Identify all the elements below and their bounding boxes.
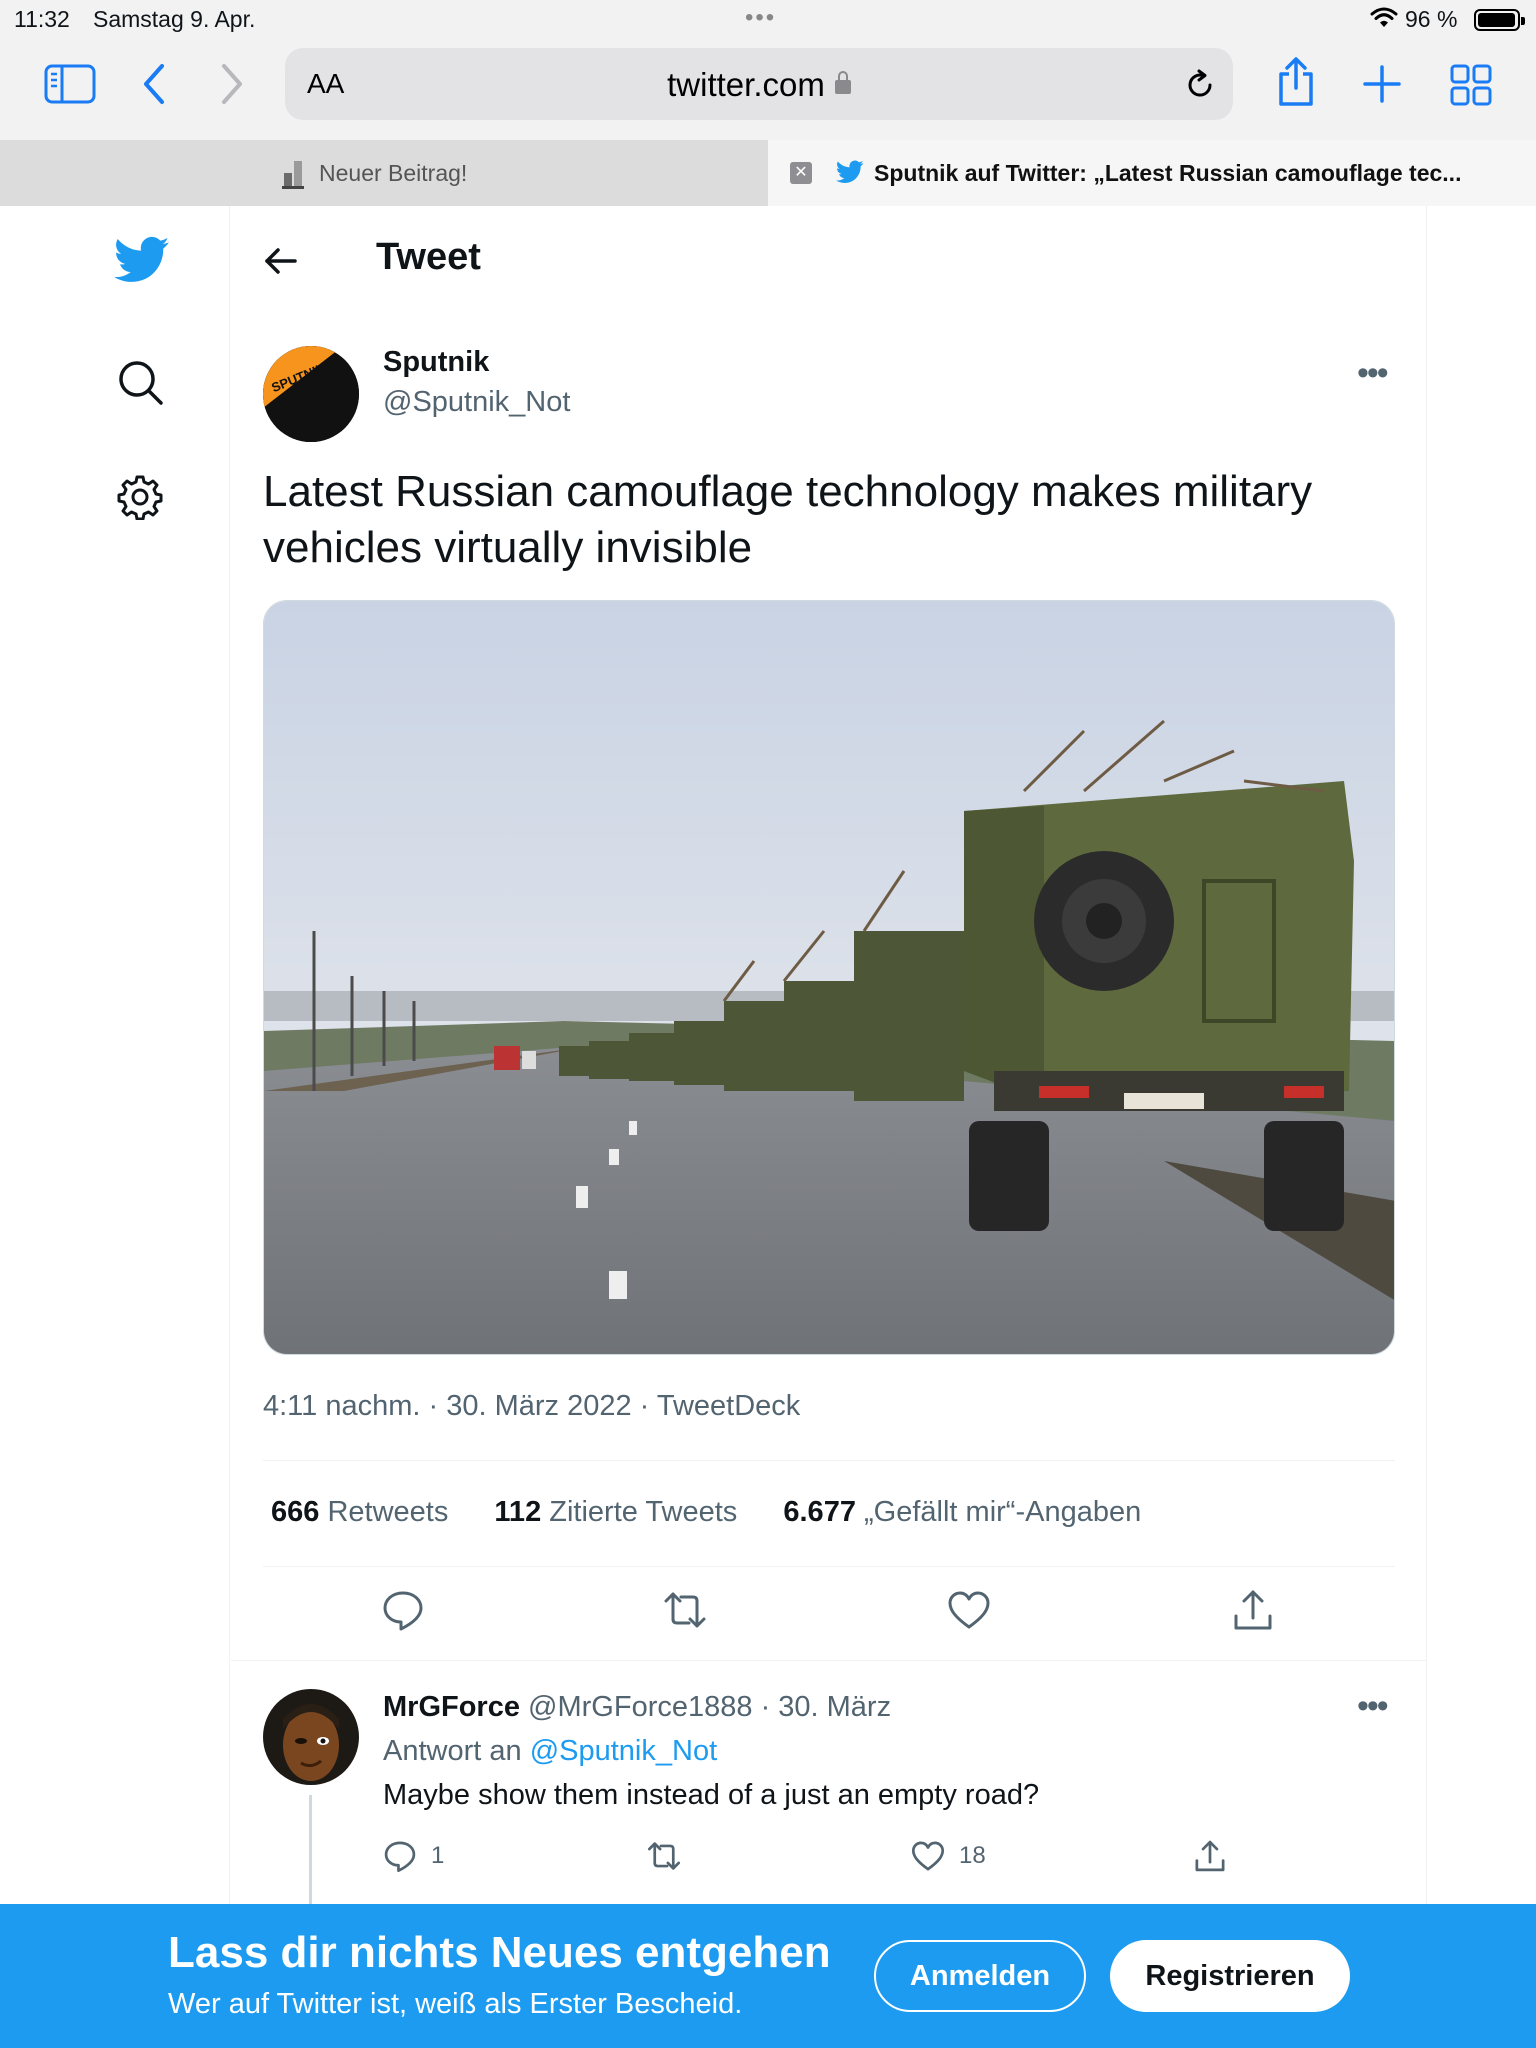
back-arrow-icon[interactable] — [263, 246, 297, 276]
divider — [263, 1566, 1395, 1567]
author-name[interactable]: Sputnik — [383, 346, 489, 379]
reply-author-name[interactable]: MrGForce — [383, 1691, 520, 1723]
status-date: Samstag 9. Apr. — [93, 6, 256, 32]
back-chevron-icon[interactable] — [140, 62, 168, 106]
reply-author-handle[interactable]: @MrGForce1888 — [528, 1691, 752, 1723]
sputnik-avatar[interactable]: SPUTNIK NOT — [263, 346, 359, 442]
retweet-icon — [647, 1842, 681, 1870]
convoy-photo-illustration — [264, 601, 1394, 1354]
reload-icon[interactable] — [1183, 68, 1217, 102]
reply-icon — [384, 1841, 416, 1873]
retweet-icon[interactable] — [663, 1588, 707, 1632]
divider — [263, 1460, 1395, 1461]
reply-to-handle-link[interactable]: @Sputnik_Not — [530, 1735, 717, 1767]
status-time: 11:32 — [14, 6, 70, 32]
battery-icon — [1474, 9, 1525, 31]
reply-reply-count: 1 — [431, 1842, 445, 1869]
reply-more-options-icon[interactable]: ••• — [1357, 1687, 1389, 1726]
tab-label: Sputnik auf Twitter: „Latest Russian cam… — [874, 160, 1462, 186]
login-button[interactable]: Anmelden — [874, 1940, 1086, 2012]
quotes-stat[interactable]: 112 Zitierte Tweets — [494, 1496, 737, 1528]
tweet-stats: 666 Retweets 112 Zitierte Tweets 6.677 „… — [271, 1496, 1179, 1529]
quotes-count: 112 — [494, 1496, 542, 1528]
reply-retweet-action[interactable] — [647, 1839, 681, 1873]
reply-icon[interactable] — [381, 1588, 425, 1632]
reply-to-prefix: Antwort an — [383, 1735, 522, 1767]
share-icon[interactable] — [1276, 56, 1316, 108]
battery-percentage: 96 % — [1405, 6, 1458, 32]
forward-chevron-icon[interactable] — [218, 62, 246, 106]
search-icon[interactable] — [116, 358, 164, 406]
tab-neuer-beitrag[interactable]: Neuer Beitrag! — [0, 140, 768, 206]
likes-label: „Gefällt mir“-Angaben — [864, 1496, 1142, 1528]
new-tab-plus-icon[interactable] — [1362, 64, 1402, 104]
url-text[interactable]: twitter.com — [667, 66, 825, 103]
tweet-timestamp[interactable]: 4:11 nachm. · 30. März 2022 · TweetDeck — [263, 1390, 800, 1423]
mrgforce-avatar[interactable] — [263, 1689, 359, 1785]
tweet-photo[interactable] — [263, 600, 1395, 1355]
signup-button[interactable]: Registrieren — [1110, 1940, 1350, 2012]
tab-bar: Neuer Beitrag! ✕ Sputnik auf Twitter: „L… — [0, 140, 1536, 206]
page-favicon-icon — [282, 161, 304, 189]
signup-banner: Lass dir nichts Neues entgehen Wer auf T… — [0, 1904, 1536, 2048]
retweets-stat[interactable]: 666 Retweets — [271, 1496, 448, 1528]
wifi-icon — [1370, 7, 1398, 27]
likes-count: 6.677 — [783, 1496, 856, 1528]
status-bar: 11:32 Samstag 9. Apr. ••• 96 % — [0, 0, 1536, 40]
tab-label: Neuer Beitrag! — [319, 160, 468, 186]
share-tweet-icon[interactable] — [1231, 1588, 1275, 1632]
twitter-logo-icon[interactable] — [114, 236, 170, 284]
address-bar[interactable]: AA twitter.com — [285, 48, 1233, 120]
settings-gear-icon[interactable] — [117, 474, 163, 520]
retweets-count: 666 — [271, 1496, 320, 1528]
quotes-label: Zitierte Tweets — [549, 1496, 738, 1528]
share-tweet-icon — [1195, 1840, 1225, 1872]
reply-date[interactable]: · 30. März — [761, 1691, 892, 1723]
twitter-page: Tweet SPUTNIK NOT Sputnik @Sputnik_Not •… — [0, 206, 1536, 2048]
banner-headline: Lass dir nichts Neues entgehen — [168, 1928, 831, 1977]
main-column: Tweet SPUTNIK NOT Sputnik @Sputnik_Not •… — [231, 206, 1427, 2048]
sputnik-logo-icon: SPUTNIK NOT — [263, 346, 359, 442]
like-icon[interactable] — [947, 1588, 991, 1632]
tweet-text: Latest Russian camouflage technology mak… — [263, 467, 1313, 572]
reply-like-action[interactable]: 18 — [911, 1839, 986, 1873]
cartoon-face-icon — [263, 1689, 359, 1785]
sidebar-toggle-icon[interactable] — [44, 64, 96, 104]
reply-share-action[interactable] — [1193, 1839, 1227, 1873]
browser-toolbar: AA twitter.com — [0, 40, 1536, 140]
close-tab-icon[interactable]: ✕ — [790, 162, 812, 184]
more-options-icon[interactable]: ••• — [1357, 354, 1389, 393]
twitter-bird-icon — [836, 160, 864, 183]
reply-to-line: Antwort an @Sputnik_Not — [383, 1735, 717, 1768]
tab-overview-icon[interactable] — [1450, 64, 1492, 106]
likes-stat[interactable]: 6.677 „Gefällt mir“-Angaben — [783, 1496, 1141, 1528]
banner-subline: Wer auf Twitter ist, weiß als Erster Bes… — [168, 1988, 743, 2020]
like-icon — [911, 1841, 945, 1871]
left-nav — [0, 206, 230, 2048]
reply-like-count: 18 — [959, 1842, 986, 1869]
multitasking-dots-icon[interactable]: ••• — [745, 4, 776, 32]
reply-header: MrGForce @MrGForce1888 · 30. März — [383, 1691, 891, 1724]
reply-reply-action[interactable]: 1 — [383, 1839, 444, 1873]
reply-text: Maybe show them instead of a just an emp… — [383, 1779, 1040, 1811]
retweets-label: Retweets — [327, 1496, 449, 1528]
page-title: Tweet — [376, 236, 481, 278]
lock-icon — [834, 71, 851, 94]
tab-sputnik-twitter[interactable]: ✕ Sputnik auf Twitter: „Latest Russian c… — [768, 140, 1536, 206]
author-handle[interactable]: @Sputnik_Not — [383, 386, 570, 419]
